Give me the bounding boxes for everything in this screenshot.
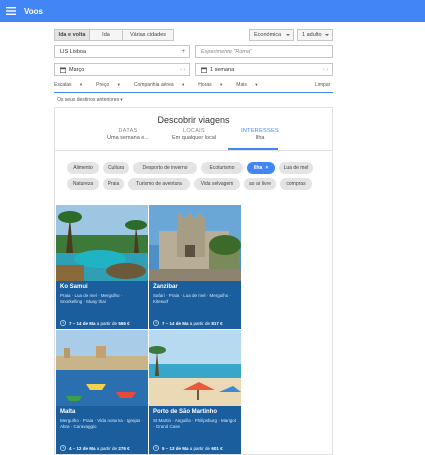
cabin-class-value: Económica xyxy=(254,32,282,38)
interest-chip[interactable]: Lua de mel xyxy=(279,162,313,174)
cabin-class-dropdown[interactable]: Económica xyxy=(249,29,294,41)
discover-tabs: DATAS Uma semana e... LOCAIS Em qualquer… xyxy=(95,128,295,141)
app-title: Voos xyxy=(24,6,43,16)
tab-divider xyxy=(55,150,332,151)
trip-type-multi-city[interactable]: Várias cidades xyxy=(122,29,174,41)
destination-name: Malta xyxy=(60,409,76,415)
result-card[interactable]: Porto de São Martinho St Martin · Anguil… xyxy=(149,330,241,454)
filter-price[interactable]: Preço ▾ xyxy=(96,82,127,88)
destination-tags: Safari · Praia · Lua de mel · Mergulho ·… xyxy=(153,293,232,304)
calendar-icon xyxy=(201,67,207,73)
interest-chip-selected[interactable]: Ilha × xyxy=(247,162,275,174)
chevron-down-icon xyxy=(286,34,290,36)
date-nav-arrows[interactable]: ‹ › xyxy=(180,67,185,73)
tab-interests[interactable]: INTERESSES Ilha xyxy=(227,128,293,141)
filter-stops[interactable]: Escalas ▾ xyxy=(54,82,89,88)
duration-field[interactable]: 1 semana ‹ › xyxy=(195,63,333,76)
interest-chip[interactable]: Desporto de inverno xyxy=(133,162,197,174)
duration-value: 1 semana xyxy=(210,66,235,73)
result-card[interactable]: Malta Mergulho · Praia · Vida noturna · … xyxy=(56,330,148,454)
interest-chip[interactable]: Turismo de aventura xyxy=(128,178,190,190)
interest-chip[interactable]: Vida selvagem xyxy=(194,178,240,190)
interest-chip[interactable]: Natureza xyxy=(67,178,99,190)
interest-chip[interactable]: Praia xyxy=(103,178,124,190)
filter-bar: Escalas ▾ Preço ▾ Companhia aérea ▾ Hora… xyxy=(54,82,272,88)
depart-date-value: Março xyxy=(69,66,85,73)
close-icon: × xyxy=(265,165,269,171)
destination-photo xyxy=(56,205,148,281)
interest-chip[interactable]: Alimento xyxy=(67,162,99,174)
clear-filters-button[interactable]: Limpar xyxy=(315,82,330,88)
interest-chip[interactable]: ao ar livre xyxy=(244,178,276,190)
interest-chip[interactable]: Ecoturismo xyxy=(201,162,243,174)
passengers-dropdown[interactable]: 1 adulto xyxy=(297,29,333,41)
discover-title: Descobrir viagens xyxy=(157,115,230,125)
trip-type-one-way[interactable]: Ida xyxy=(89,29,123,41)
result-card-body: Ko Samui Praia · Lua de mel · Mergulho ·… xyxy=(56,281,148,329)
origin-value: LIS Lisboa xyxy=(60,48,86,55)
trip-price: 7 – 14 de Ma a partir de 566 € xyxy=(60,320,130,326)
chevron-down-icon xyxy=(325,34,329,36)
origin-field[interactable]: LIS Lisboa + xyxy=(54,45,190,58)
destination-placeholder: Experimente "Roma" xyxy=(201,48,252,55)
destination-tags: Praia · Lua de mel · Mergulho · Snorkell… xyxy=(60,293,123,304)
result-card-body: Porto de São Martinho St Martin · Anguil… xyxy=(149,406,241,454)
passengers-value: 1 adulto xyxy=(302,32,322,38)
tab-places[interactable]: LOCAIS Em qualquer local xyxy=(161,128,227,141)
tab-dates[interactable]: DATAS Uma semana e... xyxy=(95,128,161,141)
destination-photo xyxy=(56,330,148,406)
result-card-body: Zanzibar Safari · Praia · Lua de mel · M… xyxy=(149,281,241,329)
filter-airline[interactable]: Companhia aérea ▾ xyxy=(134,82,191,88)
clock-icon xyxy=(60,320,66,326)
interest-chips: Alimento Cultura Desporto de inverno Eco… xyxy=(67,162,322,194)
discover-panel: Descobrir viagens DATAS Uma semana e... … xyxy=(54,107,333,455)
hamburger-menu-icon[interactable] xyxy=(0,0,22,22)
destination-tags: St Martin · Anguilla · Philipsburg · Mar… xyxy=(153,418,237,429)
clock-icon xyxy=(153,445,159,451)
filter-times[interactable]: Horas ▾ xyxy=(198,82,229,88)
trip-price: 7 – 14 de Ma a partir de 817 € xyxy=(153,320,223,326)
filter-more[interactable]: Mais ▾ xyxy=(236,82,264,88)
clock-icon xyxy=(153,320,159,326)
clock-icon xyxy=(60,445,66,451)
result-card[interactable]: Ko Samui Praia · Lua de mel · Mergulho ·… xyxy=(56,205,148,329)
duration-nav-arrows[interactable]: ‹ › xyxy=(323,67,328,73)
depart-date-field[interactable]: Março ‹ › xyxy=(54,63,190,76)
destination-name: Porto de São Martinho xyxy=(153,409,218,415)
app-bar: Voos xyxy=(0,0,425,22)
destination-name: Ko Samui xyxy=(60,284,88,290)
interest-chip[interactable]: compras xyxy=(280,178,312,190)
trip-price: 4 – 12 de Ma a partir de 276 € xyxy=(60,445,130,451)
calendar-icon xyxy=(60,67,66,73)
trip-type-selector: Ida e volta Ida Várias cidades xyxy=(54,29,174,41)
result-card-body: Malta Mergulho · Praia · Vida noturna · … xyxy=(56,406,148,454)
result-card[interactable]: Zanzibar Safari · Praia · Lua de mel · M… xyxy=(149,205,241,329)
destination-photo xyxy=(149,330,241,406)
previous-destinations-dropdown[interactable]: Os seus destinos anteriores ▾ xyxy=(57,97,123,103)
plus-icon[interactable]: + xyxy=(181,49,185,55)
trip-price: 5 – 13 de Ma a partir de 601 € xyxy=(153,445,223,451)
interest-chip[interactable]: Cultura xyxy=(103,162,129,174)
destination-name: Zanzibar xyxy=(153,284,178,290)
destination-tags: Mergulho · Praia · Vida noturna · Igreja… xyxy=(60,418,143,429)
filter-divider xyxy=(54,92,333,93)
trip-type-round-trip[interactable]: Ida e volta xyxy=(54,29,90,41)
destination-field[interactable]: Experimente "Roma" xyxy=(195,45,333,58)
destination-photo xyxy=(149,205,241,281)
